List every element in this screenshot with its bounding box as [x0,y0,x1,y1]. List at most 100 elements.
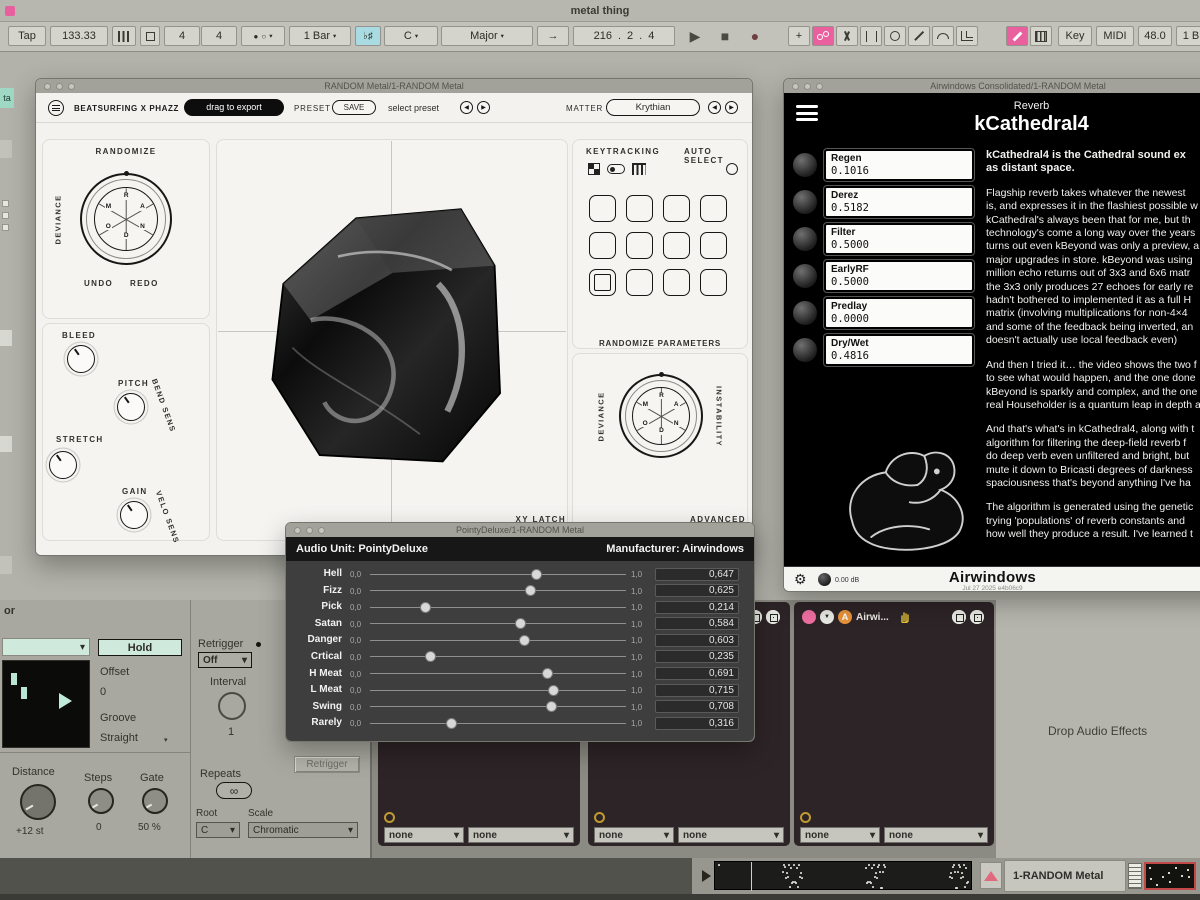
minimize-icon[interactable] [804,83,811,90]
time-sig-denominator[interactable]: 4 [201,26,237,46]
gate-knob[interactable] [142,788,168,814]
keytracking-pad[interactable] [626,269,653,296]
keys-icon[interactable] [1030,26,1052,46]
pointy-param-slider[interactable] [370,583,626,599]
groove-value[interactable]: Straight [100,732,138,744]
rack-device-airwindows[interactable]: ▼ A Airwi... none▾ none▾ [794,602,994,846]
interval-knob[interactable] [218,692,246,720]
aw-param-knob[interactable] [792,189,818,215]
loop-icon[interactable] [884,26,906,46]
pointy-param-slider[interactable] [370,682,626,698]
pointy-param-slider[interactable] [370,699,626,715]
sidechain-selector[interactable]: none▾ [594,827,674,843]
preset-next-button[interactable]: ▶ [477,101,490,114]
rail-box[interactable] [0,436,12,452]
pattern-display[interactable] [2,660,90,748]
rail-box[interactable] [0,556,12,574]
sidechain-selector[interactable]: none▾ [468,827,574,843]
slider-handle[interactable] [531,569,542,580]
zoom-icon[interactable] [816,83,823,90]
metronome-icon[interactable] [140,26,160,46]
pencil-icon[interactable] [1006,26,1028,46]
distance-value[interactable]: +12 st [16,826,44,837]
random-metal-titlebar[interactable]: RANDOM Metal/1-RANDOM Metal [36,79,752,93]
groove-dd-icon[interactable]: ▾ [164,736,168,744]
brackets-icon[interactable] [860,26,882,46]
clip-slot[interactable] [2,212,9,219]
repeats-infinity-button[interactable]: ∞ [216,782,252,799]
aw-param-knob[interactable] [792,300,818,326]
pointy-param-slider[interactable] [370,599,626,615]
minimize-icon[interactable] [56,83,63,90]
slider-handle[interactable] [515,618,526,629]
slider-handle[interactable] [519,635,530,646]
close-icon[interactable] [792,83,799,90]
pointy-param-slider[interactable] [370,666,626,682]
aw-param-knob[interactable] [792,226,818,252]
clip-waveform[interactable] [714,861,972,890]
clip-play-icon[interactable] [702,870,711,882]
plus-icon[interactable]: + [788,26,810,46]
slider-handle[interactable] [425,651,436,662]
expand-icon[interactable] [766,610,780,624]
aw-param-box[interactable]: Regen0.1016 [824,149,974,181]
arrangement-position[interactable]: 216.2.4 [573,26,675,46]
slider-handle[interactable] [420,602,431,613]
drag-to-export-button[interactable]: drag to export [184,99,284,116]
line-automation-icon[interactable] [908,26,930,46]
hand-icon[interactable] [898,610,912,624]
split-icon[interactable] [836,26,858,46]
keytracking-pad[interactable] [663,195,690,222]
keytracking-pad[interactable] [589,232,616,259]
window-controls[interactable] [294,527,325,534]
slider-handle[interactable] [446,718,457,729]
keytracking-pad[interactable] [663,269,690,296]
midi-map-button[interactable]: MIDI [1096,26,1134,46]
pointy-param-slider[interactable] [370,649,626,665]
pointy-param-slider[interactable] [370,566,626,582]
device-activator-icon[interactable] [802,610,816,624]
sidechain-selector[interactable]: none▾ [884,827,988,843]
slider-handle[interactable] [546,701,557,712]
grid-mode-icon[interactable] [588,163,600,175]
metronome-sound-selector[interactable]: ●○▾ [241,26,285,46]
record-button[interactable]: ● [742,26,768,46]
key-scale-selector[interactable]: Major▾ [441,26,533,46]
distance-knob[interactable] [20,784,56,820]
gain-knob[interactable] [120,501,148,529]
pattern-play-icon[interactable] [59,693,72,709]
time-sig-numerator[interactable]: 4 [164,26,200,46]
zoom-icon[interactable] [68,83,75,90]
save-preset-button[interactable]: SAVE [332,100,376,115]
nudge-icon[interactable] [112,26,136,46]
offset-value[interactable]: 0 [100,686,106,698]
curve-automation-icon[interactable] [932,26,954,46]
clip-slot[interactable] [2,224,9,231]
rail-box[interactable] [0,140,12,158]
aw-param-box[interactable]: Derez0.5182 [824,186,974,218]
slider-handle[interactable] [542,668,553,679]
macro-ring-icon[interactable] [800,812,811,823]
tap-tempo-button[interactable]: Tap [8,26,46,46]
pointy-param-slider[interactable] [370,715,626,731]
airwindows-titlebar[interactable]: Airwindows Consolidated/1-RANDOM Metal [784,79,1200,93]
aw-param-box[interactable]: Dry/Wet0.4816 [824,334,974,366]
stretch-knob[interactable] [49,451,77,479]
aw-param-knob[interactable] [792,152,818,178]
expand-icon[interactable] [970,610,984,624]
steps-knob[interactable] [88,788,114,814]
pointydeluxe-titlebar[interactable]: PointyDeluxe/1-RANDOM Metal [286,523,754,537]
randomize-params-knob[interactable]: M R A O D N [619,374,703,458]
window-controls[interactable] [792,83,823,90]
steps-automation-icon[interactable] [956,26,978,46]
menu-icon[interactable] [48,100,64,116]
keytrack-toggle-icon[interactable] [607,164,625,174]
interval-value[interactable]: 1 [228,726,234,738]
drop-audio-effects-area[interactable]: Drop Audio Effects [996,600,1200,858]
device-name-label[interactable]: Airwi... [856,612,896,623]
device-dropdown[interactable]: ▾ [2,638,90,656]
sidechain-selector[interactable]: none▾ [384,827,464,843]
keytracking-pad[interactable] [700,269,727,296]
root-selector[interactable]: C▾ [196,822,240,838]
retrigger-button[interactable]: Retrigger [294,756,360,773]
